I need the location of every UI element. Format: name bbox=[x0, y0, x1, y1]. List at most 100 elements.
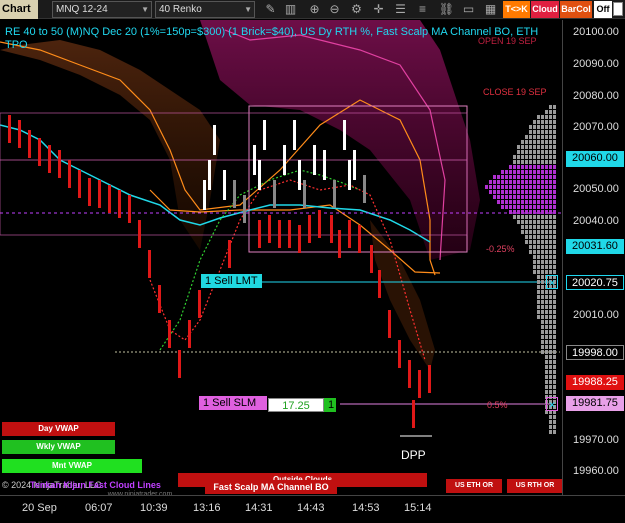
time-axis[interactable]: 20 Sep 06:07 10:39 13:16 14:31 14:43 14:… bbox=[0, 495, 625, 523]
off-toggle[interactable]: Off bbox=[594, 1, 612, 18]
tpo-cell bbox=[493, 190, 496, 194]
renko-brick bbox=[338, 230, 341, 258]
fast-scalp-button[interactable]: Fast Scalp MA Channel BO bbox=[205, 480, 337, 494]
tpo-cell bbox=[553, 120, 556, 124]
bar-type-selector[interactable]: 40 Renko ▼ bbox=[155, 1, 255, 18]
tpo-cell bbox=[545, 270, 548, 274]
tpo-cell bbox=[513, 175, 516, 179]
day-vwap-button[interactable]: Day VWAP bbox=[2, 422, 115, 436]
tpo-cell bbox=[525, 240, 528, 244]
zoom-out-icon[interactable]: ⊖ bbox=[326, 1, 343, 18]
tpo-cell bbox=[549, 300, 552, 304]
tile-icon[interactable]: ▦ bbox=[482, 1, 499, 18]
price-tick: 20070.00 bbox=[573, 121, 619, 133]
tpo-cell bbox=[525, 160, 528, 164]
tpo-cell bbox=[525, 190, 528, 194]
cancel-lmt-button[interactable]: ✕ bbox=[546, 275, 558, 289]
list-icon[interactable]: ≡ bbox=[414, 1, 431, 18]
tpo-cell bbox=[489, 185, 492, 189]
bar-color-toggle[interactable]: BarCol bbox=[560, 1, 592, 18]
tpo-cell bbox=[537, 160, 540, 164]
renko-brick bbox=[198, 290, 201, 318]
tpo-cell bbox=[517, 195, 520, 199]
window-icon[interactable]: ▭ bbox=[460, 1, 477, 18]
tpo-cell bbox=[549, 125, 552, 129]
pencil-icon[interactable]: ✎ bbox=[262, 1, 279, 18]
tpo-cell bbox=[533, 225, 536, 229]
tpo-cell bbox=[517, 220, 520, 224]
renko-brick bbox=[158, 285, 161, 313]
tpo-cell bbox=[545, 360, 548, 364]
tpo-cell bbox=[549, 265, 552, 269]
instrument-value: MNQ 12-24 bbox=[56, 4, 108, 15]
bars-icon[interactable]: ▥ bbox=[282, 1, 299, 18]
tpo-cell bbox=[525, 230, 528, 234]
tpo-cell bbox=[537, 120, 540, 124]
instrument-selector[interactable]: MNQ 12-24 ▼ bbox=[52, 1, 152, 18]
tpo-cell bbox=[537, 280, 540, 284]
close-label: CLOSE 19 SEP bbox=[483, 87, 547, 97]
tpo-cell bbox=[505, 180, 508, 184]
tpo-cell bbox=[549, 255, 552, 259]
pnl-display: 17.25 bbox=[268, 398, 324, 412]
time-tick: 15:14 bbox=[404, 502, 432, 514]
tpo-cell bbox=[545, 245, 548, 249]
tpo-cell bbox=[525, 185, 528, 189]
tpo-cell bbox=[537, 235, 540, 239]
checkbox[interactable] bbox=[613, 2, 623, 16]
lmt-price-marker: 20020.75 bbox=[566, 275, 624, 290]
tpo-cell bbox=[509, 190, 512, 194]
tpo-cell bbox=[545, 325, 548, 329]
renko-brick bbox=[378, 270, 381, 298]
weekly-vwap-button[interactable]: Wkly VWAP bbox=[2, 440, 115, 454]
tpo-cell bbox=[513, 185, 516, 189]
tpo-cell bbox=[541, 205, 544, 209]
tpo-cell bbox=[521, 145, 524, 149]
tpo-cell bbox=[537, 305, 540, 309]
zoom-in-icon[interactable]: ⊕ bbox=[306, 1, 323, 18]
cloud-toggle[interactable]: Cloud bbox=[531, 1, 559, 18]
us-eth-or-button[interactable]: US ETH OR bbox=[446, 479, 502, 493]
sell-lmt-order-label[interactable]: 1 Sell LMT bbox=[201, 274, 262, 288]
time-tick: 10:39 bbox=[140, 502, 168, 514]
renko-brick bbox=[278, 220, 281, 248]
tpo-cell bbox=[541, 250, 544, 254]
quantity-display[interactable]: 1 bbox=[324, 398, 336, 412]
tpo-cell bbox=[549, 305, 552, 309]
tpo-cell bbox=[553, 135, 556, 139]
tpo-cell bbox=[529, 210, 532, 214]
tpo-cell bbox=[521, 225, 524, 229]
renko-brick bbox=[353, 150, 356, 180]
tpo-cell bbox=[541, 175, 544, 179]
settings-icon[interactable]: ⚙ bbox=[348, 1, 365, 18]
tpo-cell bbox=[529, 165, 532, 169]
tpo-cell bbox=[521, 210, 524, 214]
crosshair-icon[interactable]: ✛ bbox=[370, 1, 387, 18]
tpo-cell bbox=[529, 125, 532, 129]
us-rth-or-button[interactable]: US RTH OR bbox=[507, 479, 563, 493]
current-price-marker: 20031.60 bbox=[566, 239, 624, 254]
cancel-slm-button[interactable]: ✕ bbox=[546, 397, 558, 411]
tpo-cell bbox=[525, 165, 528, 169]
tpo-cell bbox=[537, 175, 540, 179]
tpo-cell bbox=[493, 195, 496, 199]
sell-slm-order-label[interactable]: 1 Sell SLM bbox=[199, 396, 267, 410]
tpo-cell bbox=[537, 290, 540, 294]
price-axis[interactable]: 20100.00 20090.00 20080.00 20070.00 2006… bbox=[562, 20, 625, 495]
tpo-cell bbox=[513, 180, 516, 184]
renko-brick bbox=[88, 178, 91, 206]
tpo-cell bbox=[545, 255, 548, 259]
link-icon[interactable]: ⛓ bbox=[438, 1, 455, 18]
tpo-cell bbox=[549, 355, 552, 359]
renko-brick bbox=[18, 120, 21, 148]
menu-icon[interactable]: ☰ bbox=[392, 1, 409, 18]
tpo-cell bbox=[525, 170, 528, 174]
tenkan-kijun-toggle[interactable]: T<>K bbox=[503, 1, 530, 18]
renko-brick bbox=[330, 215, 333, 243]
tpo-cell bbox=[545, 295, 548, 299]
tpo-cell bbox=[501, 205, 504, 209]
monthly-vwap-button[interactable]: Mnt VWAP bbox=[2, 459, 142, 473]
chart-tab[interactable]: Chart bbox=[0, 0, 38, 19]
tpo-cell bbox=[541, 330, 544, 334]
tpo-cell bbox=[553, 170, 556, 174]
